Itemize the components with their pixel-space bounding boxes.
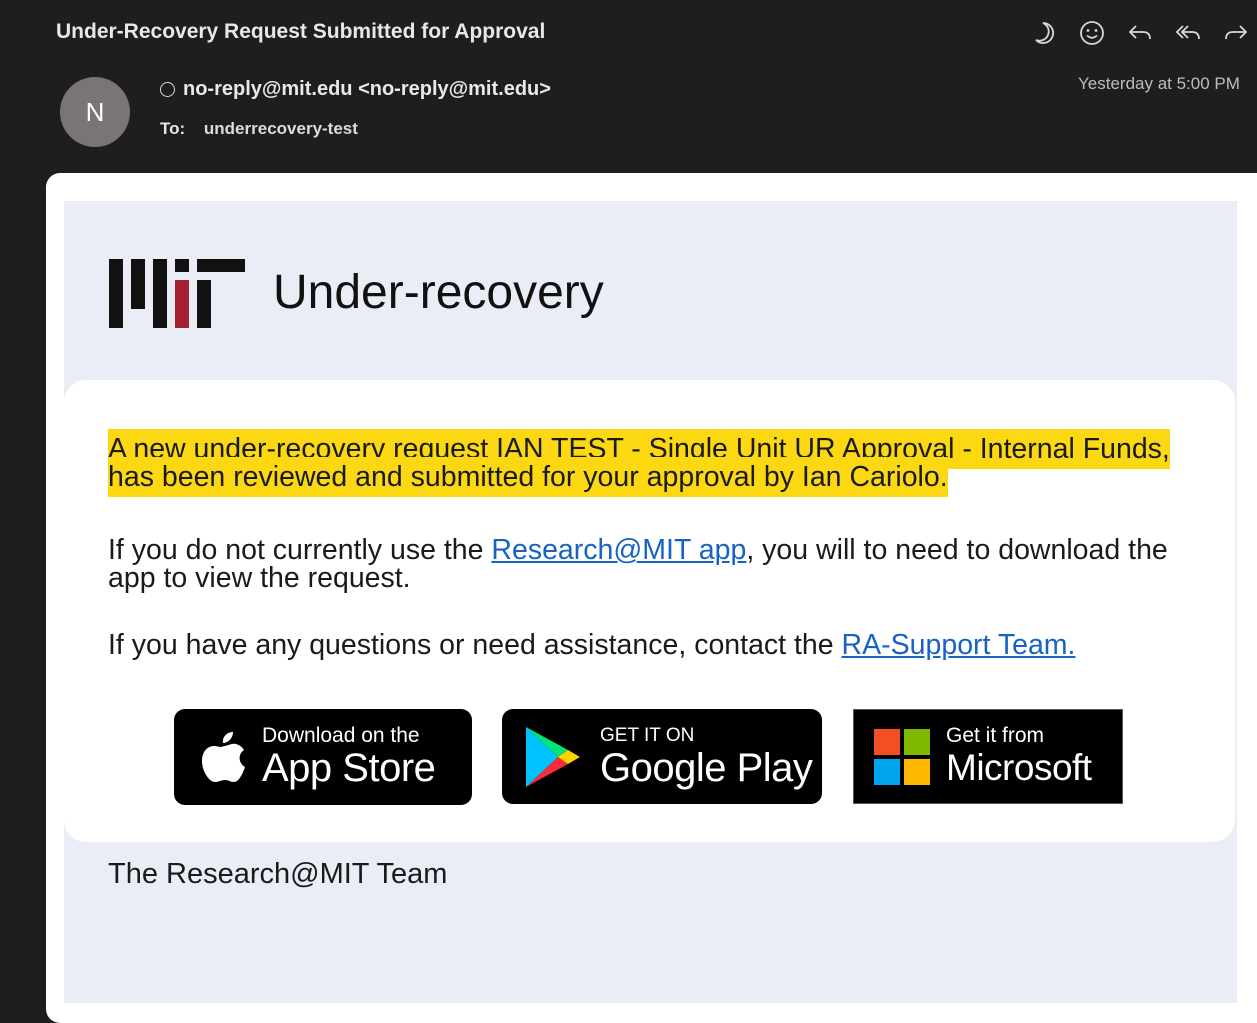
google-play-badge[interactable]: GET IT ON Google Play	[502, 709, 822, 804]
reply-all-icon[interactable]	[1174, 19, 1202, 47]
message-toolbar	[1030, 18, 1257, 48]
email-brand-header: Under-recovery	[109, 256, 604, 328]
sender-avatar: N	[60, 77, 130, 147]
status-circle-icon	[160, 82, 175, 97]
sender-line[interactable]: no-reply@mit.edu <no-reply@mit.edu>	[160, 78, 551, 101]
p3-text-before: If you have any questions or need assist…	[108, 629, 842, 661]
moon-icon[interactable]	[1030, 19, 1058, 47]
app-store-small-text: Download on the	[262, 724, 420, 747]
highlighted-notice-text: A new under-recovery request IAN TEST - …	[108, 429, 1170, 497]
mit-logo	[109, 259, 245, 328]
google-play-icon	[526, 726, 580, 787]
app-instructions: If you do not currently use the Research…	[108, 534, 1188, 593]
microsoft-big-text: Microsoft	[946, 746, 1092, 788]
sender-address[interactable]: no-reply@mit.edu <no-reply@mit.edu>	[183, 78, 551, 101]
to-label: To:	[160, 119, 186, 138]
app-store-big-text: App Store	[262, 746, 436, 790]
forward-icon[interactable]	[1222, 19, 1250, 47]
support-line: If you have any questions or need assist…	[108, 629, 1188, 661]
email-signature: The Research@MIT Team	[108, 858, 448, 890]
message-date: Yesterday at 5:00 PM	[1078, 74, 1240, 93]
brand-name: Under-recovery	[273, 265, 604, 319]
recipient-address[interactable]: underrecovery-test	[204, 119, 358, 138]
message-subject: Under-Recovery Request Submitted for App…	[56, 20, 546, 43]
microsoft-badge[interactable]: Get it from Microsoft	[853, 709, 1123, 804]
microsoft-logo-icon	[874, 728, 930, 785]
reply-icon[interactable]	[1126, 19, 1154, 47]
app-store-badge[interactable]: Download on the App Store	[174, 709, 472, 805]
microsoft-small-text: Get it from	[946, 723, 1045, 747]
google-play-big-text: Google Play	[600, 745, 813, 790]
request-notice: A new under-recovery request IAN TEST - …	[108, 429, 1188, 497]
google-play-small-text: GET IT ON	[600, 724, 695, 746]
recipient-line: To: underrecovery-test	[160, 119, 358, 139]
smiley-icon[interactable]	[1078, 19, 1106, 47]
ra-support-link[interactable]: RA-Support Team.	[842, 629, 1076, 661]
apple-icon	[202, 732, 245, 782]
research-mit-app-link[interactable]: Research@MIT app	[491, 534, 746, 566]
